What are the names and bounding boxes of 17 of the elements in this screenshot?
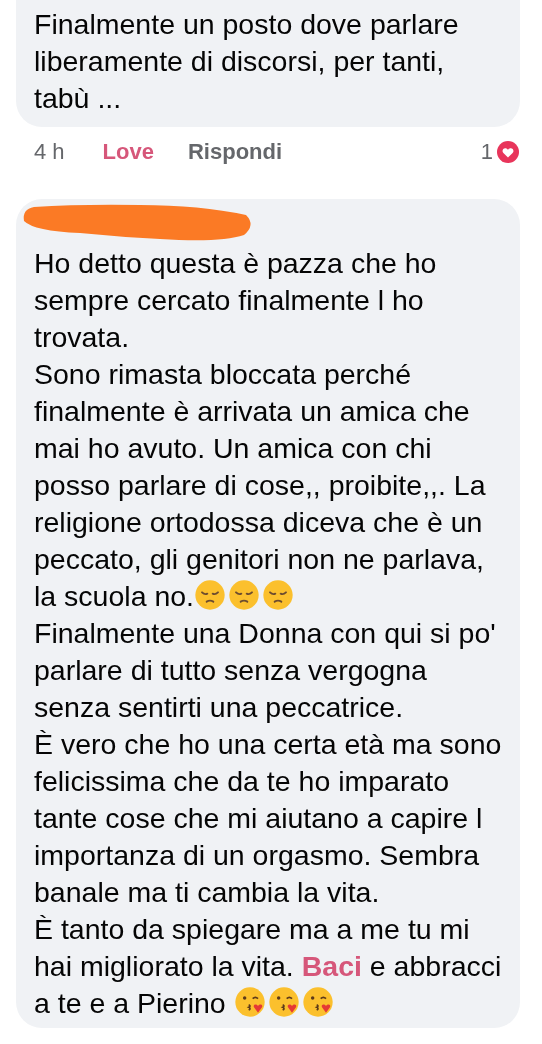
comment-paragraph: Finalmente una Donna con qui si po' parlare di tutto senza vergogna senza sentirti una peccatrice.	[34, 616, 497, 725]
timestamp: 4 h	[34, 139, 65, 165]
comment-paragraph: Sono rimasta bloccata perché finalmente è arrivata un amica che mai ho avuto. Un amica con chi posso parlare di cose,, proibite,,. La religione ortodossa diceva che è un peccato, gli genitori non ne parlava, la scuola no.	[34, 357, 487, 614]
reply-link[interactable]: Rispondi	[187, 139, 283, 165]
pensive-emoji-icon	[194, 579, 227, 611]
comment-paragraph: È vero che ho una certa età ma sono felicissima che da te ho imparato tante cose che mi aiutano a capire l importanza di un orgasmo. Sembra banale ma ti cambia la vita.	[34, 727, 503, 910]
highlighted-link[interactable]: Baci	[301, 950, 362, 982]
reaction-count: 1	[480, 139, 493, 165]
comment-paragraph: Ho detto questa è pazza che ho sempre cercato finalmente l ho trovata.	[34, 246, 438, 355]
comment-paragraph: È tanto da spiegare ma a me tu mi hai migliorato la vita. Baci e abbracci a te e a Pierino	[34, 912, 503, 1021]
love-link[interactable]: Love	[102, 139, 154, 165]
pensive-emoji-icon	[228, 579, 261, 611]
comment-text: Finalmente un posto dove parlare liberamente di discorsi, per tanti, tabù ...	[16, 0, 520, 127]
pensive-emoji-icon	[262, 579, 295, 611]
kiss-emoji-icon	[267, 986, 300, 1018]
kiss-emoji-icon	[233, 986, 266, 1018]
kiss-emoji-icon	[301, 986, 334, 1018]
